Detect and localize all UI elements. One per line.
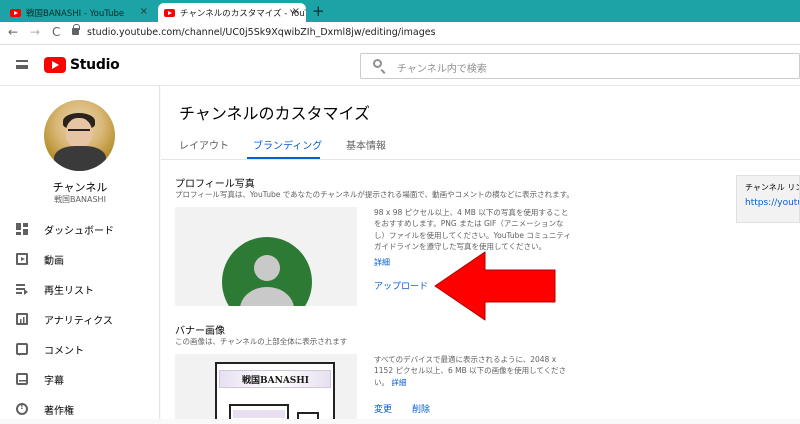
avatar-shoulders xyxy=(240,287,294,306)
forward-arrow-icon[interactable]: → xyxy=(30,25,40,39)
active-tab-indicator xyxy=(247,157,320,159)
sidebar-item-label: ダッシュボード xyxy=(44,225,114,237)
profile-info-text: 98 x 98 ピクセル以上、4 MB 以下の写真を使用すること をおすすめしま… xyxy=(374,207,571,252)
sidebar-item-label: 動画 xyxy=(44,255,64,267)
banner-desktop-frame: 戦国BANASHI xyxy=(215,362,335,419)
sidebar-item-label: コメント xyxy=(44,345,84,357)
tab-title: 戦国BANASHI - YouTube xyxy=(26,8,125,19)
sidebar-item-label: 字幕 xyxy=(44,375,64,387)
banner-tablet-frame xyxy=(229,404,289,419)
tab-layout[interactable]: レイアウト xyxy=(179,137,229,152)
profile-section-description: プロフィール写真は、YouTube であなたのチャンネルが提示される場面で、動画… xyxy=(175,190,574,199)
sidebar-item-subtitles[interactable]: 字幕 xyxy=(0,364,160,394)
tab-branding[interactable]: ブランディング xyxy=(253,137,322,152)
youtube-favicon-icon xyxy=(10,8,21,17)
studio-brand[interactable]: Studio xyxy=(70,57,120,73)
banner-info-text: すべてのデバイスで最適に表示されるように、2048 x 1152 ピクセル以上、… xyxy=(374,354,566,388)
video-icon xyxy=(16,253,28,265)
youtube-logo-icon[interactable] xyxy=(44,57,66,73)
banner-inner-strip xyxy=(233,410,285,418)
profile-info-line: をおすすめします。PNG または GIF（アニメーションな xyxy=(374,219,564,229)
page-title: チャンネルのカスタマイズ xyxy=(179,104,371,123)
menu-icon[interactable] xyxy=(16,60,28,69)
sidebar-item-comments[interactable]: コメント xyxy=(0,334,160,364)
channel-link-panel: チャンネル リンク https://youtube.com xyxy=(736,175,800,223)
sidebar-item-analytics[interactable]: アナリティクス xyxy=(0,304,160,334)
comment-icon xyxy=(16,343,28,356)
avatar-glasses xyxy=(68,129,90,134)
page-tabs: レイアウト ブランディング 基本情報 xyxy=(161,130,800,160)
youtube-favicon-icon xyxy=(164,8,175,17)
playlist-icon xyxy=(16,283,28,295)
banner-info-line: い。 詳細 xyxy=(374,377,566,388)
browser-tab-inactive[interactable]: 戦国BANASHI - YouTube × xyxy=(4,3,154,22)
profile-details-link[interactable]: 詳細 xyxy=(374,257,390,268)
subtitles-icon xyxy=(16,373,28,385)
sidebar-item-label: アナリティクス xyxy=(44,315,113,327)
new-tab-button[interactable]: + xyxy=(312,2,325,20)
channel-handle: 戦国BANASHI xyxy=(54,195,106,204)
default-avatar-icon xyxy=(222,237,312,306)
sidebar-item-copyright[interactable]: 著作権 xyxy=(0,394,160,424)
tab-title: チャンネルのカスタマイズ - YouTube S xyxy=(180,8,306,19)
banner-details-link[interactable]: 詳細 xyxy=(391,378,406,387)
search-input[interactable]: チャンネル内で検索 xyxy=(360,53,800,79)
upload-button[interactable]: アップロード xyxy=(374,279,428,292)
banner-preview: 戦国BANASHI xyxy=(175,354,357,419)
lock-icon[interactable] xyxy=(72,24,80,35)
tab-basic-info[interactable]: 基本情報 xyxy=(346,137,386,152)
browser-tab-active[interactable]: チャンネルのカスタマイズ - YouTube S × xyxy=(158,3,306,22)
search-placeholder: チャンネル内で検索 xyxy=(397,64,487,75)
avatar-head xyxy=(254,255,280,281)
banner-section-description: この画像は、チャンネルの上部全体に表示されます xyxy=(175,337,348,346)
url-field[interactable]: studio.youtube.com/channel/UC0j5Sk9Xqwib… xyxy=(87,27,436,38)
change-banner-button[interactable]: 変更 xyxy=(374,402,392,415)
sidebar-item-label: 再生リスト xyxy=(44,285,94,297)
sidebar-item-label: 著作権 xyxy=(44,405,74,417)
reload-icon[interactable]: C xyxy=(52,25,60,39)
close-tab-icon[interactable]: × xyxy=(292,6,300,17)
banner-preview-text: 戦国BANASHI xyxy=(242,376,310,386)
banner-section-title: バナー画像 xyxy=(175,326,225,337)
back-arrow-icon[interactable]: ← xyxy=(8,25,18,39)
annotation-arrow-icon xyxy=(434,251,556,321)
profile-preview xyxy=(175,207,357,306)
analytics-icon xyxy=(16,313,28,325)
sidebar-item-videos[interactable]: 動画 xyxy=(0,244,160,274)
banner-strip: 戦国BANASHI xyxy=(219,370,331,388)
browser-tab-strip: 戦国BANASHI - YouTube × チャンネルのカスタマイズ - You… xyxy=(0,0,800,22)
sidebar-item-playlists[interactable]: 再生リスト xyxy=(0,274,160,304)
channel-link[interactable]: https://youtube.com xyxy=(745,198,799,208)
sidebar: チャンネル 戦国BANASHI ダッシュボード 動画 再生リスト アナリティクス… xyxy=(0,86,160,419)
profile-info-line: し）ファイルを使用してください。YouTube コミュニティ xyxy=(374,230,571,240)
avatar-body xyxy=(54,146,106,171)
close-tab-icon[interactable]: × xyxy=(140,6,148,17)
search-icon xyxy=(373,59,382,68)
banner-info-line: すべてのデバイスで最適に表示されるように、2048 x xyxy=(374,355,557,364)
address-bar: ← → C studio.youtube.com/channel/UC0j5Sk… xyxy=(0,22,800,45)
banner-phone-frame xyxy=(297,412,319,419)
delete-banner-button[interactable]: 削除 xyxy=(412,402,430,415)
banner-info-tail: い。 xyxy=(374,377,389,387)
channel-avatar[interactable] xyxy=(44,100,115,171)
profile-section-title: プロフィール写真 xyxy=(175,179,255,190)
sidebar-item-dashboard[interactable]: ダッシュボード xyxy=(0,214,160,244)
banner-info-line: 1152 ピクセル以上、6 MB 以下の画像を使用してくださ xyxy=(374,366,567,376)
studio-header: Studio チャンネル内で検索 xyxy=(0,45,800,86)
dashboard-icon xyxy=(16,223,28,235)
channel-link-label: チャンネル リンク xyxy=(745,183,799,192)
profile-info-line: 98 x 98 ピクセル以上、4 MB 以下の写真を使用すること xyxy=(374,208,569,217)
copyright-icon xyxy=(16,402,28,415)
channel-name: チャンネル xyxy=(52,181,108,194)
